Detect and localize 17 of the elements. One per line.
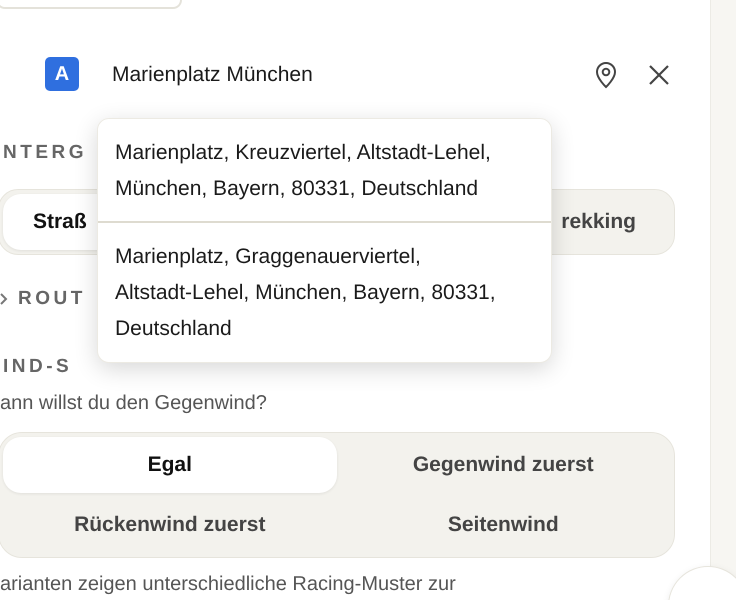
description-text: arianten zeigen unterschiedliche Racing-Muster zur: [0, 572, 457, 596]
wind-option[interactable]: Egal: [3, 436, 336, 492]
location-field[interactable]: Marienplatz München: [112, 59, 594, 90]
section-heading: NTERG: [3, 141, 87, 165]
wind-option[interactable]: Rückenwind zuerst: [3, 496, 336, 552]
start-badge: A: [45, 57, 79, 91]
section-heading: IND-S: [3, 355, 72, 379]
section-heading[interactable]: ROUT: [18, 284, 86, 313]
suggestion-item[interactable]: Marienplatz, Graggenauerviertel, Altstadt-Lehel, München, Bayern, 80331, Deutschland: [98, 221, 551, 362]
suggestion-item[interactable]: Marienplatz, Kreuzviertel, Altstadt-Lehel, München, Bayern, 80331, Deutschland: [98, 119, 551, 222]
surface-option[interactable]: rekking: [561, 194, 670, 250]
location-pin-icon[interactable]: [594, 61, 618, 89]
wind-option[interactable]: Gegenwind zuerst: [336, 436, 670, 492]
close-icon[interactable]: [648, 64, 670, 86]
chevron-right-icon[interactable]: [0, 292, 8, 305]
question-text: ann willst du den Gegenwind?: [0, 390, 268, 416]
wind-option[interactable]: Seitenwind: [336, 496, 670, 552]
